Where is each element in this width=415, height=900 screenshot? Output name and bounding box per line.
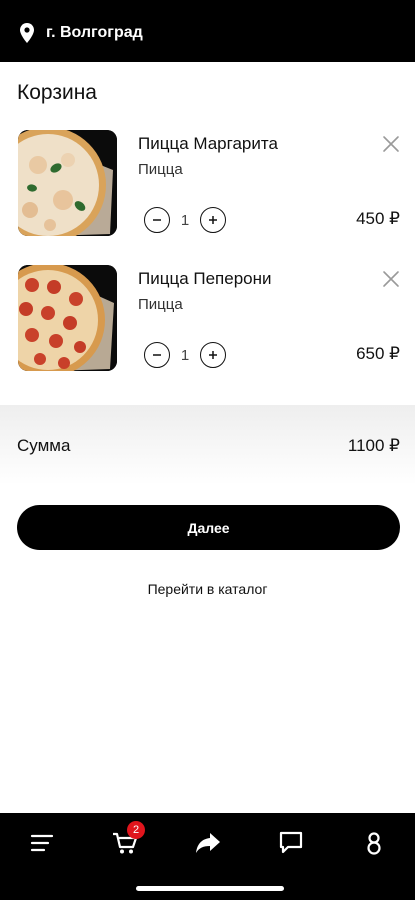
item-name: Пицца Пеперони xyxy=(138,269,272,288)
home-indicator xyxy=(136,886,284,891)
quantity-value: 1 xyxy=(180,346,190,364)
menu-icon xyxy=(30,834,54,852)
item-name: Пицца Маргарита xyxy=(138,134,278,153)
cart-count-badge: 2 xyxy=(127,821,145,839)
remove-item-button[interactable] xyxy=(382,135,400,153)
cart-total: Сумма 1100 ₽ xyxy=(0,405,415,485)
cart-item: Пицца Пеперони Пицца 1 650 ₽ xyxy=(0,265,415,377)
item-price: 450 ₽ xyxy=(356,209,400,228)
share-icon xyxy=(196,833,220,853)
top-bar: г. Волгоград xyxy=(0,0,415,62)
location-pin-icon xyxy=(20,23,34,43)
total-value: 1100 ₽ xyxy=(347,436,400,455)
increase-button[interactable] xyxy=(200,342,226,368)
increase-button[interactable] xyxy=(200,207,226,233)
item-category: Пицца xyxy=(138,296,183,313)
chat-icon xyxy=(279,831,303,854)
product-image-pepperoni[interactable] xyxy=(18,265,117,371)
city-name: г. Волгоград xyxy=(46,24,143,41)
decrease-button[interactable] xyxy=(144,207,170,233)
remove-item-button[interactable] xyxy=(382,270,400,288)
bottom-tab-bar: 2 xyxy=(0,813,415,900)
total-label: Сумма xyxy=(17,436,71,455)
tab-menu[interactable] xyxy=(22,827,62,859)
city-selector[interactable]: г. Волгоград xyxy=(20,22,143,44)
tab-profile[interactable] xyxy=(354,827,394,859)
item-category: Пицца xyxy=(138,161,183,178)
plus-icon xyxy=(209,351,217,359)
close-icon xyxy=(383,271,399,287)
plus-icon xyxy=(209,216,217,224)
next-button[interactable]: Далее xyxy=(17,505,400,550)
decrease-button[interactable] xyxy=(144,342,170,368)
tab-cart[interactable]: 2 xyxy=(105,821,145,859)
product-image-margherita[interactable] xyxy=(18,130,117,236)
page-title: Корзина xyxy=(17,81,97,104)
minus-icon xyxy=(153,354,161,356)
minus-icon xyxy=(153,219,161,221)
item-price: 650 ₽ xyxy=(356,344,400,363)
profile-icon xyxy=(367,832,381,855)
quantity-value: 1 xyxy=(180,211,190,229)
tab-share[interactable] xyxy=(188,827,228,859)
close-icon xyxy=(383,136,399,152)
tab-chat[interactable] xyxy=(271,827,311,859)
quantity-stepper: 1 xyxy=(144,207,226,233)
cart-item: Пицца Маргарита Пицца 1 450 ₽ xyxy=(0,130,415,242)
go-to-catalog-link[interactable]: Перейти в каталог xyxy=(0,581,415,597)
quantity-stepper: 1 xyxy=(144,342,226,368)
